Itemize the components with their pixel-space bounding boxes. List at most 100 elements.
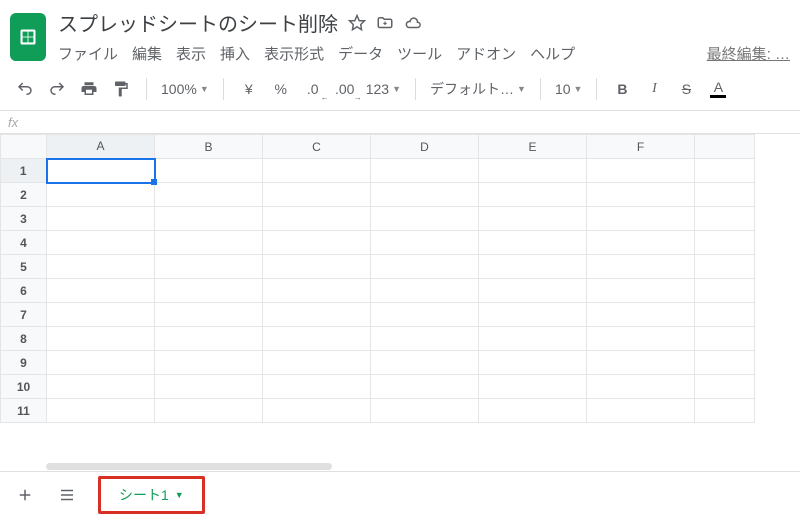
cell-A9[interactable] [47, 351, 155, 375]
cell-D6[interactable] [371, 279, 479, 303]
paint-format-button[interactable] [110, 78, 132, 100]
cloud-status-icon[interactable] [404, 14, 422, 32]
cell-B5[interactable] [155, 255, 263, 279]
cell-F5[interactable] [587, 255, 695, 279]
format-percent-button[interactable]: % [270, 78, 292, 100]
cell[interactable] [695, 207, 755, 231]
col-header-C[interactable]: C [263, 135, 371, 159]
cell-B1[interactable] [155, 159, 263, 183]
zoom-select[interactable]: 100%▼ [161, 81, 209, 97]
cell-D8[interactable] [371, 327, 479, 351]
menu-アドオン[interactable]: アドオン [456, 43, 516, 64]
cell-D2[interactable] [371, 183, 479, 207]
cell[interactable] [695, 327, 755, 351]
italic-button[interactable]: I [643, 78, 665, 100]
doc-title[interactable]: スプレッドシートのシート削除 [58, 8, 338, 37]
cell-B8[interactable] [155, 327, 263, 351]
cell-E11[interactable] [479, 399, 587, 423]
cell-A3[interactable] [47, 207, 155, 231]
cell-A5[interactable] [47, 255, 155, 279]
cell[interactable] [695, 351, 755, 375]
strikethrough-button[interactable]: S [675, 78, 697, 100]
cell-D1[interactable] [371, 159, 479, 183]
cell-C9[interactable] [263, 351, 371, 375]
cell-E4[interactable] [479, 231, 587, 255]
cell-D7[interactable] [371, 303, 479, 327]
row-header-8[interactable]: 8 [1, 327, 47, 351]
font-size-select[interactable]: 10▼ [555, 81, 583, 97]
cell-F11[interactable] [587, 399, 695, 423]
move-icon[interactable] [376, 14, 394, 32]
selection-handle[interactable] [151, 179, 157, 185]
cell-A6[interactable] [47, 279, 155, 303]
row-header-1[interactable]: 1 [1, 159, 47, 183]
undo-button[interactable] [14, 78, 36, 100]
cell-B7[interactable] [155, 303, 263, 327]
cell-E1[interactable] [479, 159, 587, 183]
sheets-app-icon[interactable] [10, 13, 46, 61]
cell[interactable] [695, 375, 755, 399]
cell-E2[interactable] [479, 183, 587, 207]
cell[interactable] [695, 255, 755, 279]
format-currency-button[interactable]: ¥ [238, 78, 260, 100]
cell-C1[interactable] [263, 159, 371, 183]
col-header-B[interactable]: B [155, 135, 263, 159]
cell-B4[interactable] [155, 231, 263, 255]
add-sheet-button[interactable] [14, 484, 36, 506]
cell[interactable] [695, 303, 755, 327]
cell-D5[interactable] [371, 255, 479, 279]
row-header-7[interactable]: 7 [1, 303, 47, 327]
cell-F4[interactable] [587, 231, 695, 255]
sheet-tab-active[interactable]: シート1 ▼ [98, 476, 205, 514]
number-format-select[interactable]: 123▼ [366, 81, 401, 97]
print-button[interactable] [78, 78, 100, 100]
all-sheets-button[interactable] [56, 484, 78, 506]
cell-F9[interactable] [587, 351, 695, 375]
cell-A10[interactable] [47, 375, 155, 399]
cell-C6[interactable] [263, 279, 371, 303]
row-header-3[interactable]: 3 [1, 207, 47, 231]
row-header-6[interactable]: 6 [1, 279, 47, 303]
menu-表示形式[interactable]: 表示形式 [264, 43, 324, 64]
cell-C8[interactable] [263, 327, 371, 351]
cell-A7[interactable] [47, 303, 155, 327]
bold-button[interactable]: B [611, 78, 633, 100]
col-header-A[interactable]: A [47, 135, 155, 159]
menu-編集[interactable]: 編集 [132, 43, 162, 64]
cell-C4[interactable] [263, 231, 371, 255]
cell-F3[interactable] [587, 207, 695, 231]
increase-decimal-button[interactable]: .00→ [334, 78, 356, 100]
menu-ツール[interactable]: ツール [397, 43, 442, 64]
cell-E6[interactable] [479, 279, 587, 303]
cell-A1[interactable] [47, 159, 155, 183]
cell-E8[interactable] [479, 327, 587, 351]
decrease-decimal-button[interactable]: .0← [302, 78, 324, 100]
cell[interactable] [695, 399, 755, 423]
cell-C11[interactable] [263, 399, 371, 423]
cell-D3[interactable] [371, 207, 479, 231]
cell-F8[interactable] [587, 327, 695, 351]
cell-D4[interactable] [371, 231, 479, 255]
row-header-5[interactable]: 5 [1, 255, 47, 279]
cell-E5[interactable] [479, 255, 587, 279]
col-header-D[interactable]: D [371, 135, 479, 159]
cell-E3[interactable] [479, 207, 587, 231]
cell-C7[interactable] [263, 303, 371, 327]
cell-C2[interactable] [263, 183, 371, 207]
row-header-11[interactable]: 11 [1, 399, 47, 423]
row-header-10[interactable]: 10 [1, 375, 47, 399]
cell-A8[interactable] [47, 327, 155, 351]
cell-D11[interactable] [371, 399, 479, 423]
cell-C3[interactable] [263, 207, 371, 231]
cell-B6[interactable] [155, 279, 263, 303]
star-icon[interactable] [348, 14, 366, 32]
cell-B10[interactable] [155, 375, 263, 399]
select-all-corner[interactable] [1, 135, 47, 159]
cell[interactable] [695, 231, 755, 255]
redo-button[interactable] [46, 78, 68, 100]
menu-ヘルプ[interactable]: ヘルプ [530, 43, 575, 64]
cell-A11[interactable] [47, 399, 155, 423]
cell-B11[interactable] [155, 399, 263, 423]
cell-F7[interactable] [587, 303, 695, 327]
menu-表示[interactable]: 表示 [176, 43, 206, 64]
